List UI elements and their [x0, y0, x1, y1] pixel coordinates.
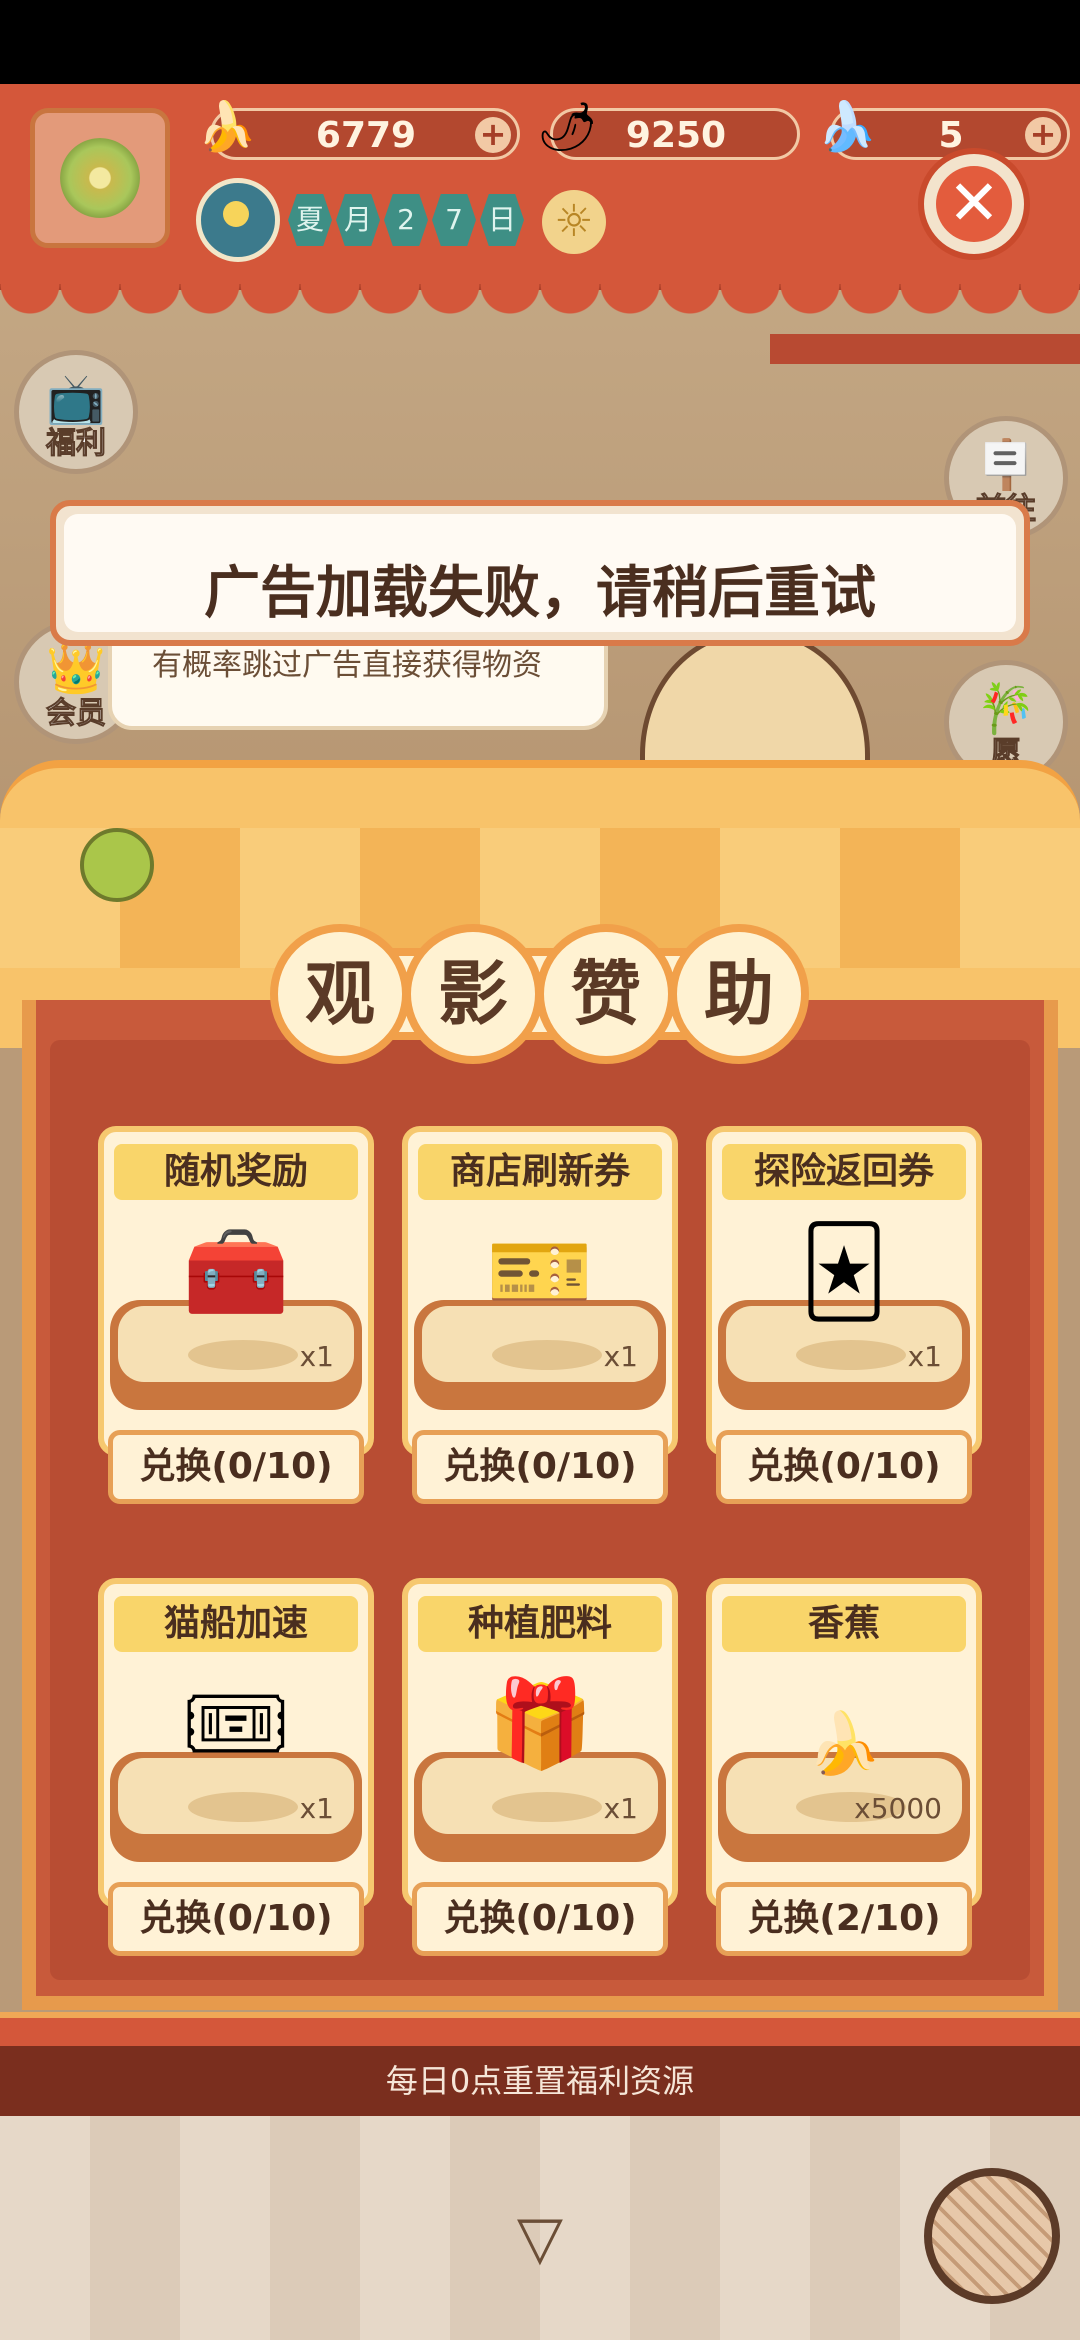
- reward-quantity: x1: [299, 1340, 334, 1373]
- reward-quantity: x1: [603, 1340, 638, 1373]
- day-night-clock-icon: [196, 178, 280, 262]
- refresh-ticket-icon: 🎫: [486, 1222, 594, 1322]
- reward-name: 随机奖励: [114, 1144, 358, 1200]
- add-banana-button[interactable]: +: [475, 117, 511, 153]
- resource-blue-banana-value: 5: [938, 115, 964, 156]
- resource-banana-value: 6779: [315, 115, 417, 156]
- speed-tickets-icon: 🎟: [181, 1674, 291, 1774]
- reward-card: 香蕉 x5000 🍌: [706, 1578, 982, 1908]
- apple-icon: [80, 828, 154, 902]
- player-avatar[interactable]: [30, 108, 170, 248]
- return-card-icon: 🃏: [800, 1222, 888, 1322]
- reward-quantity: x1: [299, 1792, 334, 1825]
- date-char: 日: [480, 194, 524, 246]
- reward-name: 香蕉: [722, 1596, 966, 1652]
- panel-title-char: 赞: [536, 924, 676, 1064]
- date-char: 夏: [288, 194, 332, 246]
- panel-title: 观 影 赞 助: [270, 924, 810, 1074]
- date-char: 7: [432, 194, 476, 246]
- reward-quantity: x1: [907, 1340, 942, 1373]
- wish-icon: 🎋: [976, 681, 1036, 737]
- reward-card: 随机奖励 x1 🧰: [98, 1126, 374, 1456]
- treasure-chest-icon: 🧰: [182, 1222, 290, 1322]
- fire-pepper-icon: 🌶: [537, 99, 598, 155]
- banana-icon: 🍌: [197, 99, 257, 155]
- reward-quantity: x5000: [854, 1792, 942, 1825]
- exchange-button[interactable]: 兑换(0/10): [716, 1430, 972, 1504]
- panel-title-char: 影: [403, 924, 543, 1064]
- reward-name: 商店刷新券: [418, 1144, 662, 1200]
- banana-icon: 🍌: [806, 1709, 882, 1779]
- exchange-button[interactable]: 兑换(0/10): [412, 1430, 668, 1504]
- speech-bubble-text: 有概率跳过广告直接获得物资: [152, 648, 542, 683]
- add-blue-banana-button[interactable]: +: [1025, 117, 1061, 153]
- sun-weather-icon: ☼: [542, 190, 606, 254]
- exchange-button[interactable]: 兑换(0/10): [108, 1882, 364, 1956]
- reward-name: 猫船加速: [114, 1596, 358, 1652]
- reward-card: 种植肥料 x1 🎁: [402, 1578, 678, 1908]
- fertilizer-bag-icon: 🎁: [486, 1674, 594, 1774]
- close-button[interactable]: ✕: [918, 148, 1030, 260]
- collapse-arrow-icon[interactable]: ▽: [500, 2208, 580, 2268]
- date-char: 月: [336, 194, 380, 246]
- reward-card: 探险返回券 x1 🃏: [706, 1126, 982, 1456]
- date-char: 2: [384, 194, 428, 246]
- close-icon: ✕: [936, 166, 1012, 242]
- reward-quantity: x1: [603, 1792, 638, 1825]
- panel-title-char: 助: [669, 924, 809, 1064]
- resource-pepper: 🌶 9250: [537, 99, 800, 160]
- reward-name: 探险返回券: [722, 1144, 966, 1200]
- exchange-button[interactable]: 兑换(2/10): [716, 1882, 972, 1956]
- resource-banana: 🍌 6779 +: [197, 99, 520, 160]
- tv-icon: 📺: [46, 371, 106, 427]
- yarn-ball-icon[interactable]: [924, 2168, 1060, 2304]
- sidebar-welfare-label: 福利: [46, 426, 107, 461]
- sidebar-item-welfare[interactable]: 📺 福利: [14, 350, 138, 474]
- toast-message: 广告加载失败，请稍后重试: [204, 561, 876, 626]
- error-toast: 广告加载失败，请稍后重试: [50, 500, 1030, 646]
- reward-card: 商店刷新券 x1 🎫: [402, 1126, 678, 1456]
- reward-name: 种植肥料: [418, 1596, 662, 1652]
- scene-stall-roof: [770, 334, 1080, 364]
- reward-card: 猫船加速 x1 🎟: [98, 1578, 374, 1908]
- clover-icon: [60, 138, 140, 218]
- resource-pepper-value: 9250: [625, 115, 727, 156]
- panel-title-char: 观: [270, 924, 410, 1064]
- blue-banana-icon: 🍌: [817, 99, 877, 155]
- board-icon: 🪧: [976, 437, 1036, 493]
- exchange-button[interactable]: 兑换(0/10): [412, 1882, 668, 1956]
- reset-note: 每日0点重置福利资源: [385, 2062, 695, 2100]
- exchange-button[interactable]: 兑换(0/10): [108, 1430, 364, 1504]
